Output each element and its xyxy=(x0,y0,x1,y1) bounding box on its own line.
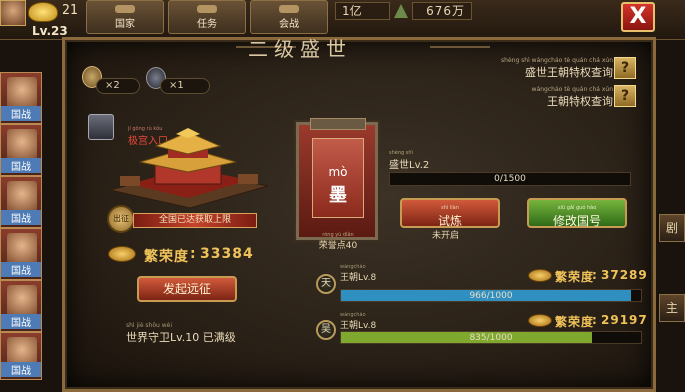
city-tag: 国战 xyxy=(1,210,41,225)
dynasty-2-pinyin: wángcháo xyxy=(340,312,366,318)
right-tab-story[interactable]: 剧 xyxy=(659,214,685,242)
world-guard-text: 世界守卫Lv.10 已满级 xyxy=(126,331,236,344)
dynasty-2-prosperity-separator: : xyxy=(592,313,598,327)
item-count-1: ×2 xyxy=(96,78,140,94)
battle-icon xyxy=(279,4,299,13)
dynasty-1-progress-text: 966/1000 xyxy=(469,291,513,301)
general-portrait xyxy=(7,129,37,161)
page-title: 二级盛世 xyxy=(248,37,352,61)
item-count-2: ×1 xyxy=(160,78,210,94)
dynasty-1-prosperity-label: 繁荣度 xyxy=(555,270,595,284)
plaque-cap xyxy=(310,118,366,130)
dynasty-1-prosperity-separator: : xyxy=(592,268,598,282)
title-divider-right xyxy=(430,46,490,48)
help-button-2[interactable]: ? xyxy=(614,85,636,107)
dynasty-1-progress-bar: 966/1000 xyxy=(340,289,642,302)
expedition-seal-icon: 出征 xyxy=(107,205,135,233)
launch-expedition-button[interactable]: 发起远征 xyxy=(137,276,237,302)
left-city-3[interactable]: 国战 xyxy=(0,176,42,228)
rename-label: 修改国号 xyxy=(552,214,601,228)
dynasty-1-name: wángcháo 王朝Lv.8 xyxy=(340,264,376,283)
tab-quest[interactable]: 任务 xyxy=(168,0,246,34)
prosperity-label: 繁荣度 xyxy=(144,249,189,265)
tab-country[interactable]: 国家 xyxy=(86,0,164,34)
dynasty-badge-tian: 天 xyxy=(316,274,336,294)
honor-points-pinyin: róng yù diǎn xyxy=(322,232,354,238)
left-city-4[interactable]: 国战 xyxy=(0,228,42,280)
age-progress-text: 0/1500 xyxy=(494,174,526,184)
tab-battle[interactable]: 会战 xyxy=(250,0,328,34)
left-city-6[interactable]: 国战 xyxy=(0,332,42,380)
age-pinyin: shèng shì xyxy=(389,150,413,156)
trial-status: 未开启 xyxy=(432,231,460,241)
dynasty-2-progress-bar: 835/1000 xyxy=(340,331,642,344)
gold-ingot-icon xyxy=(28,2,58,22)
general-portrait xyxy=(7,181,37,213)
prosperity-icon xyxy=(528,314,552,327)
general-portrait xyxy=(7,233,37,265)
left-city-5[interactable]: 国战 xyxy=(0,280,42,332)
prosperity-value: 33384 xyxy=(200,246,254,262)
left-city-1[interactable]: 国战 xyxy=(0,72,42,124)
city-tag: 国战 xyxy=(1,314,41,329)
age-label: 盛世Lv.2 xyxy=(389,160,430,171)
prosperity-icon xyxy=(528,269,552,282)
city-tag: 国战 xyxy=(1,262,41,277)
city-tag: 国战 xyxy=(1,106,41,121)
dynasty-1-pinyin: wángcháo xyxy=(340,264,366,270)
world-guard-status: shì jiè shǒu wèi 世界守卫Lv.10 已满级 xyxy=(126,322,236,345)
right-tab-main[interactable]: 主 xyxy=(659,294,685,322)
query-1-pinyin: shèng shì wángcháo tè quán chá xún xyxy=(501,57,613,64)
tab-quest-label: 任务 xyxy=(197,18,217,30)
dynasty-1-level: 王朝Lv.8 xyxy=(340,273,377,283)
nation-name-char: 墨 xyxy=(329,185,347,206)
query-dynasty-privilege[interactable]: wángcháo tè quán chá xún 王朝特权查询 xyxy=(532,86,613,109)
city-tag: 国战 xyxy=(1,158,41,173)
player-level: Lv.23 xyxy=(32,24,68,38)
resource-wood: 676万 xyxy=(412,2,472,20)
country-icon xyxy=(115,4,135,13)
gold-amount: 21 xyxy=(62,3,78,18)
city-tag: 国战 xyxy=(1,362,41,377)
dynasty-2-level: 王朝Lv.8 xyxy=(340,321,377,331)
dynasty-2-name: wángcháo 王朝Lv.8 xyxy=(340,312,376,331)
quest-icon xyxy=(197,4,217,13)
dynasty-1-prosperity-value: 37289 xyxy=(601,268,648,282)
left-city-2[interactable]: 国战 xyxy=(0,124,42,176)
general-portrait xyxy=(7,285,37,317)
tab-country-label: 国家 xyxy=(115,18,135,30)
honor-points-text: 荣誉点40 xyxy=(318,241,358,251)
age-progress-bar: 0/1500 xyxy=(389,172,631,186)
prosperity-icon xyxy=(108,246,136,262)
general-portrait xyxy=(7,77,37,109)
resource-food: 1亿 xyxy=(335,2,390,20)
query-1-label: 盛世王朝特权查询 xyxy=(525,66,613,79)
trial-label: 试炼 xyxy=(437,214,462,228)
world-guard-pinyin: shì jiè shǒu wèi xyxy=(126,322,173,329)
nation-name-pinyin: mò xyxy=(328,165,348,179)
dynasty-2-prosperity-label: 繁荣度 xyxy=(555,315,595,329)
honor-points: róng yù diǎn 荣誉点40 xyxy=(300,232,376,251)
wood-icon xyxy=(394,4,408,18)
player-avatar[interactable] xyxy=(0,0,26,26)
palace-image[interactable] xyxy=(100,128,275,210)
prosperous-age-level: shèng shì 盛世Lv.2 xyxy=(389,150,429,171)
prosperity-separator: : xyxy=(190,246,197,262)
query-2-label: 王朝特权查询 xyxy=(547,95,613,108)
trial-button[interactable]: shì liàn 试炼 xyxy=(400,198,500,228)
query-prosperous-privilege[interactable]: shèng shì wángcháo tè quán chá xún 盛世王朝特… xyxy=(501,57,613,80)
tab-battle-label: 会战 xyxy=(279,18,299,30)
dynasty-2-progress-text: 835/1000 xyxy=(469,333,513,343)
dynasty-2-prosperity-value: 29197 xyxy=(601,313,648,327)
query-2-pinyin: wángcháo tè quán chá xún xyxy=(531,86,613,93)
close-button[interactable]: X xyxy=(621,2,655,32)
limit-banner: 全国已达获取上限 xyxy=(133,213,257,228)
help-button-1[interactable]: ? xyxy=(614,57,636,79)
rename-nation-button[interactable]: xiū gǎi guó hào 修改国号 xyxy=(527,198,627,228)
dynasty-badge-wu: 吴 xyxy=(316,320,336,340)
